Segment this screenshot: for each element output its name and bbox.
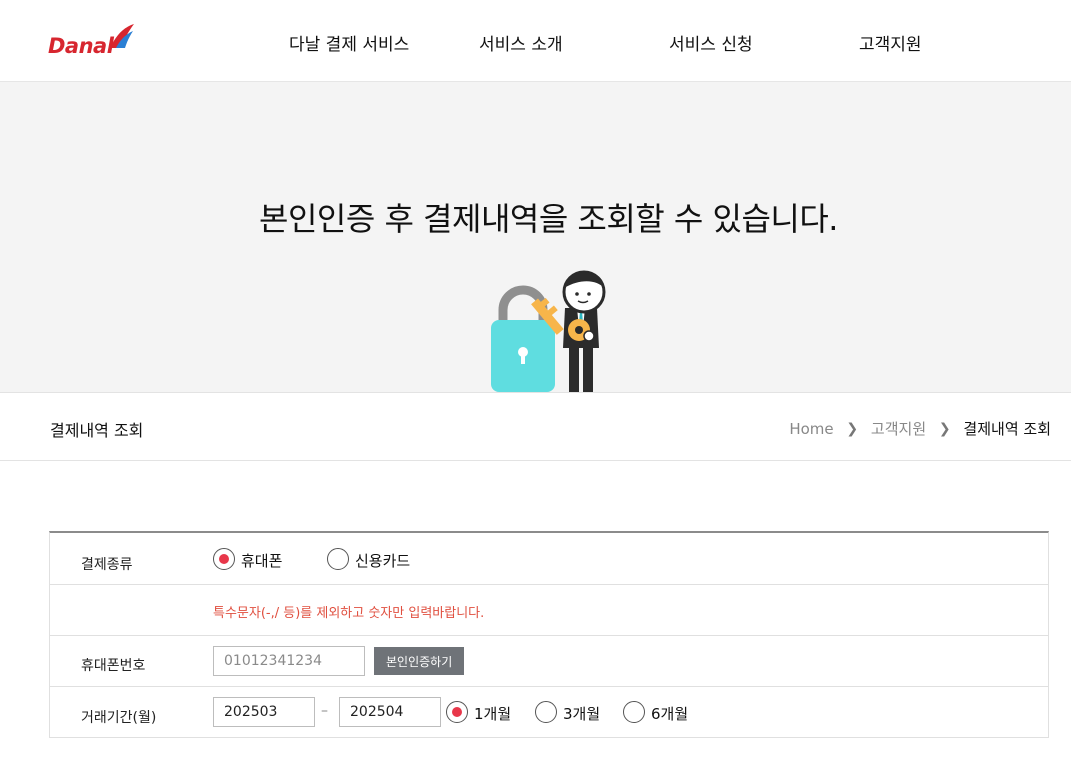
phone-label: 휴대폰번호 — [81, 658, 146, 674]
radio-mobile[interactable]: 휴대폰 — [213, 548, 293, 572]
breadcrumb-home[interactable]: Home — [789, 420, 833, 438]
logo-swoosh-icon — [110, 24, 134, 48]
notice-row: 특수문자(-,/ 등)를 제외하고 숫자만 입력바랍니다. — [50, 585, 1048, 636]
radio-mobile-label: 휴대폰 — [241, 552, 283, 570]
payment-type-row: 결제종류 휴대폰 신용카드 — [50, 533, 1048, 585]
radio-1-month[interactable]: 1개월 — [446, 701, 516, 725]
hero-title: 본인인증 후 결제내역을 조회할 수 있습니다. — [259, 200, 838, 238]
radio-checked-icon — [446, 701, 468, 723]
radio-unchecked-icon — [535, 701, 557, 723]
radio-6-month-label: 6개월 — [651, 705, 689, 723]
chevron-right-icon: ❯ — [846, 420, 859, 437]
nav-item-service-intro[interactable]: 서비스 소개 — [479, 30, 563, 55]
chevron-right-icon: ❯ — [938, 420, 951, 437]
radio-3-month-label: 3개월 — [563, 705, 601, 723]
phone-number-input[interactable] — [213, 646, 365, 676]
period-to-input[interactable] — [339, 697, 441, 727]
period-label: 거래기간(월) — [81, 710, 157, 726]
lock-key-illustration — [491, 270, 606, 392]
phone-row: 휴대폰번호 본인인증하기 — [50, 636, 1048, 687]
radio-unchecked-icon — [623, 701, 645, 723]
identity-verify-button[interactable]: 본인인증하기 — [374, 647, 465, 675]
page-title: 결제내역 조회 — [50, 421, 144, 440]
radio-3-month[interactable]: 3개월 — [535, 701, 605, 725]
danal-logo[interactable]: Danal — [48, 22, 138, 62]
payment-type-label: 결제종류 — [81, 557, 133, 573]
period-separator: – — [321, 703, 328, 719]
page-header-bar: 결제내역 조회 Home ❯ 고객지원 ❯ 결제내역 조회 — [0, 392, 1071, 461]
input-notice: 특수문자(-,/ 등)를 제외하고 숫자만 입력바랍니다. — [213, 606, 485, 621]
radio-1-month-label: 1개월 — [474, 705, 512, 723]
nav-item-payment-service[interactable]: 다날 결제 서비스 — [289, 30, 409, 55]
radio-unchecked-icon — [327, 548, 349, 570]
logo-text: Danal — [48, 34, 114, 58]
breadcrumb-customer-support[interactable]: 고객지원 — [871, 418, 926, 439]
breadcrumb: Home ❯ 고객지원 ❯ 결제내역 조회 — [789, 418, 1051, 439]
hero-banner: 본인인증 후 결제내역을 조회할 수 있습니다. — [0, 82, 1071, 392]
nav-item-customer-support[interactable]: 고객지원 — [859, 30, 922, 55]
radio-checked-icon — [213, 548, 235, 570]
radio-credit-card-label: 신용카드 — [355, 552, 411, 570]
nav-item-service-apply[interactable]: 서비스 신청 — [669, 30, 753, 55]
site-header: Danal 다날 결제 서비스 서비스 소개 서비스 신청 고객지원 — [0, 0, 1071, 82]
radio-6-month[interactable]: 6개월 — [623, 701, 693, 725]
radio-credit-card[interactable]: 신용카드 — [327, 548, 427, 572]
period-row: 거래기간(월) – 1개월 3개월 6개월 — [50, 687, 1048, 738]
breadcrumb-current: 결제내역 조회 — [963, 420, 1051, 438]
payment-history-form: 결제종류 휴대폰 신용카드 특수문자(-,/ 등)를 제외하고 숫자만 입력바랍… — [49, 531, 1049, 738]
period-from-input[interactable] — [213, 697, 315, 727]
